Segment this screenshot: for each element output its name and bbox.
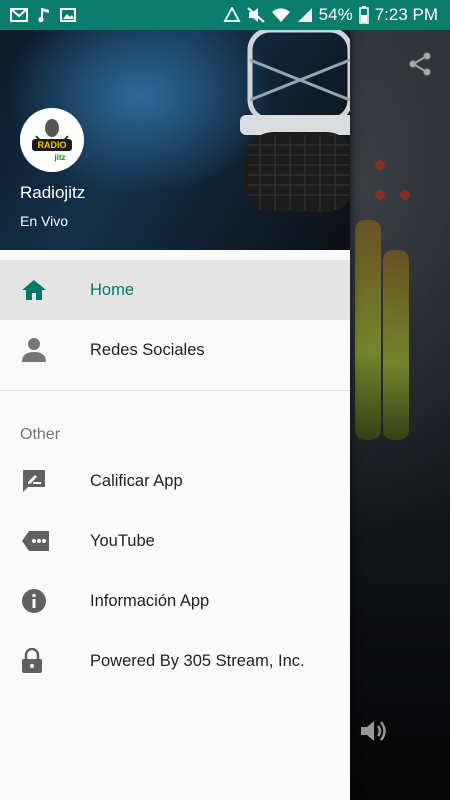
menu-item-youtube[interactable]: YouTube — [0, 511, 350, 571]
menu-item-redes-sociales[interactable]: Redes Sociales — [0, 320, 350, 380]
menu-item-home[interactable]: Home — [0, 260, 350, 320]
station-title: Radiojitz — [20, 183, 86, 202]
signal-icon — [297, 7, 313, 23]
drawer-header: RADIO jitz Radiojitz En Vivo — [0, 30, 350, 250]
station-subtitle: En Vivo — [20, 213, 68, 229]
battery-icon — [358, 6, 369, 24]
wifi-icon — [271, 7, 291, 23]
rate-review-icon — [0, 468, 90, 494]
indicator-led — [400, 190, 410, 200]
level-meter-right — [383, 250, 409, 440]
svg-text:jitz: jitz — [53, 153, 65, 162]
lock-icon — [0, 648, 90, 674]
svg-text:RADIO: RADIO — [38, 140, 67, 150]
navigation-drawer: RADIO jitz Radiojitz En Vivo Home Redes … — [0, 30, 350, 800]
menu-item-label: YouTube — [90, 531, 155, 550]
menu-item-calificar-app[interactable]: Calificar App — [0, 451, 350, 511]
indicator-led — [375, 160, 385, 170]
battery-percent: 54% — [318, 5, 353, 24]
menu-item-label: Home — [90, 280, 135, 299]
info-icon — [0, 588, 90, 614]
menu-item-informacion-app[interactable]: Información App — [0, 571, 350, 631]
volume-icon[interactable] — [358, 716, 388, 746]
station-logo: RADIO jitz — [20, 108, 84, 172]
recycle-icon — [223, 7, 241, 23]
mute-icon — [246, 7, 265, 23]
menu-item-label: Información App — [90, 591, 210, 610]
share-icon[interactable] — [406, 50, 434, 78]
status-bar: 54% 7:23 PM — [0, 0, 450, 30]
home-icon — [0, 278, 90, 302]
level-meter-left — [355, 220, 381, 440]
menu-item-label: Calificar App — [90, 471, 183, 490]
microphone-image — [240, 30, 350, 212]
clock: 7:23 PM — [374, 5, 438, 24]
indicator-led — [375, 190, 385, 200]
label-more-icon — [0, 530, 90, 552]
section-label-other: Other — [20, 426, 61, 443]
music-note-icon — [38, 7, 50, 23]
person-icon — [0, 337, 90, 363]
drawer-menu: Home Redes Sociales Other Calificar App … — [0, 260, 350, 691]
menu-item-label: Powered By 305 Stream, Inc. — [90, 651, 305, 670]
mail-icon — [10, 8, 28, 22]
menu-item-label: Redes Sociales — [90, 340, 205, 359]
menu-item-powered-by[interactable]: Powered By 305 Stream, Inc. — [0, 631, 350, 691]
image-icon — [60, 8, 76, 22]
